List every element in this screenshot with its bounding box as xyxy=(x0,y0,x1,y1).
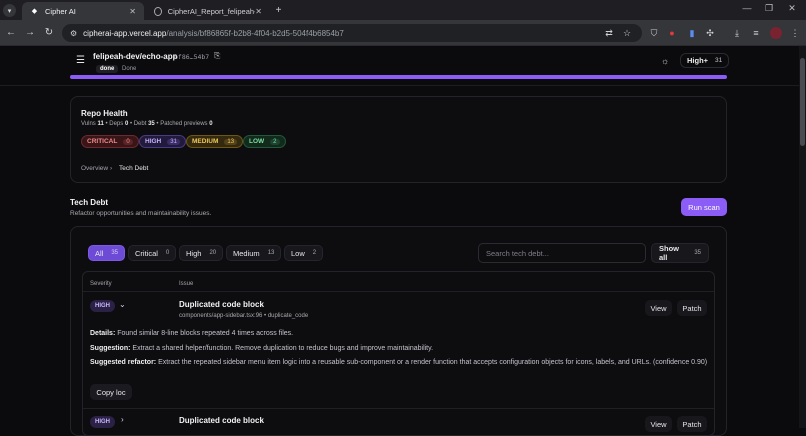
close-tab-icon[interactable]: ✕ xyxy=(129,7,136,16)
severity-threshold-count: 31 xyxy=(715,57,723,64)
tab-title: Cipher AI xyxy=(45,6,76,16)
tab-title: CipherAI_Report_felipeah-dev... xyxy=(167,6,256,16)
translate-icon[interactable]: ⇄ xyxy=(603,28,615,39)
view-button[interactable]: View xyxy=(645,300,672,316)
breadcrumb-overview[interactable]: Overview xyxy=(81,165,108,172)
repo-health-meta: Vulns 11 • Deps 0 • Debt 35 • Patched pr… xyxy=(81,121,213,127)
new-tab-button[interactable]: + xyxy=(272,4,285,17)
issue-title: Duplicated code block xyxy=(179,300,264,309)
severity-threshold-pill[interactable]: High+ 31 xyxy=(680,53,730,68)
close-tab-icon[interactable]: ✕ xyxy=(255,7,262,16)
issue-location: components/app-sidebar.tsx:96 • duplicat… xyxy=(179,313,309,319)
page-scrollbar[interactable] xyxy=(799,46,806,428)
filter-high[interactable]: High 20 xyxy=(179,245,224,261)
section-subtitle: Refactor opportunities and maintainabili… xyxy=(70,210,212,217)
severity-chip-medium[interactable]: MEDIUM 13 xyxy=(186,135,244,148)
severity-threshold-label: High+ xyxy=(687,56,709,65)
theme-toggle-sun-icon[interactable]: ☼ xyxy=(661,56,669,66)
filter-critical[interactable]: Critical 0 xyxy=(128,245,177,261)
copy-location-button[interactable]: Copy loc xyxy=(90,384,132,400)
table-divider xyxy=(83,408,714,409)
app-header: ☰ felipeah-dev/echo-app bf86…54b7 ⎘ done… xyxy=(0,46,806,86)
reload-icon[interactable]: ↻ xyxy=(42,27,56,38)
severity-chip-low[interactable]: LOW 2 xyxy=(243,135,286,148)
view-button[interactable]: View xyxy=(645,416,672,432)
media-icon[interactable]: ≡ xyxy=(750,28,762,38)
column-header-issue: Issue xyxy=(179,281,194,287)
repo-name: felipeah-dev/echo-app xyxy=(93,52,178,61)
tab-cipher-ai[interactable]: ◆ Cipher AI ✕ xyxy=(22,2,144,20)
chevron-down-icon[interactable]: ⌄ xyxy=(119,300,126,309)
issue-title: Duplicated code block xyxy=(179,416,264,425)
patch-button[interactable]: Patch xyxy=(677,416,707,432)
tab-search-icon[interactable]: ▾ xyxy=(3,4,16,17)
issue-details: Details: Found similar 8-line blocks rep… xyxy=(90,330,294,337)
table-divider xyxy=(83,291,714,292)
chevron-right-icon[interactable]: › xyxy=(121,415,124,424)
tab-report[interactable]: CipherAI_Report_felipeah-dev... ✕ xyxy=(146,2,270,20)
severity-chip-high[interactable]: HIGH 31 xyxy=(139,135,186,148)
status-text: Done xyxy=(122,66,137,72)
filter-low[interactable]: Low 2 xyxy=(284,245,324,261)
shield-extension-icon[interactable]: ⛉ xyxy=(648,28,660,39)
run-scan-button[interactable]: Run scan xyxy=(681,198,727,216)
breadcrumb-separator-icon: › xyxy=(110,165,113,172)
show-all-button[interactable]: Show all 35 xyxy=(651,243,709,263)
severity-chip-critical[interactable]: CRITICAL 0 xyxy=(81,135,139,148)
bookmark-star-icon[interactable]: ☆ xyxy=(621,28,633,39)
close-window-icon[interactable]: ✕ xyxy=(782,3,802,14)
column-header-severity: Severity xyxy=(90,281,112,287)
search-tech-debt-input[interactable]: Search tech debt... xyxy=(478,243,646,263)
record-extension-icon[interactable]: ● xyxy=(666,28,678,38)
browser-menu-icon[interactable]: ⋮ xyxy=(789,28,801,39)
extensions-puzzle-icon[interactable]: ✣ xyxy=(704,28,716,39)
scan-progress-fill xyxy=(70,75,727,79)
section-title: Tech Debt xyxy=(70,198,109,207)
issue-suggested-refactor: Suggested refactor: Extract the repeated… xyxy=(90,359,708,366)
docs-extension-icon[interactable]: ▮ xyxy=(686,28,698,39)
scan-progress-bar xyxy=(70,75,727,79)
download-icon[interactable]: ⤓ xyxy=(731,28,743,39)
filter-medium[interactable]: Medium 13 xyxy=(226,245,282,261)
globe-icon xyxy=(154,6,162,16)
severity-badge: HIGH xyxy=(90,300,115,312)
browser-toolbar: ← → ↻ ⚙ cipherai-app.vercel.app/analysis… xyxy=(0,20,806,46)
commit-sha: bf86…54b7 xyxy=(174,53,210,61)
severity-badge: HIGH xyxy=(90,416,115,428)
status-badge: done xyxy=(96,65,119,73)
issue-suggestion: Suggestion: Extract a shared helper/func… xyxy=(90,345,434,352)
site-info-icon[interactable]: ⚙ xyxy=(70,29,77,38)
filter-all[interactable]: All 35 xyxy=(88,245,126,261)
repo-health-title: Repo Health xyxy=(81,109,128,118)
scrollbar-thumb[interactable] xyxy=(800,58,805,146)
breadcrumb-current: Tech Debt xyxy=(119,165,149,172)
address-bar[interactable]: ⚙ cipherai-app.vercel.app/analysis/bf868… xyxy=(62,24,642,42)
back-icon[interactable]: ← xyxy=(4,27,18,38)
forward-icon[interactable]: → xyxy=(23,27,37,38)
menu-hamburger-icon[interactable]: ☰ xyxy=(76,55,85,66)
url-path: /analysis/bf86865f-b2b8-4f04-b2d5-504f4b… xyxy=(166,28,344,38)
restore-icon[interactable]: ❐ xyxy=(759,3,779,14)
profile-avatar[interactable] xyxy=(770,27,782,39)
url-host: cipherai-app.vercel.app xyxy=(83,28,167,38)
browser-tab-strip: ▾ ◆ Cipher AI ✕ CipherAI_Report_felipeah… xyxy=(0,0,806,20)
patch-button[interactable]: Patch xyxy=(677,300,707,316)
cipher-logo-icon: ◆ xyxy=(31,8,38,15)
copy-sha-icon[interactable]: ⎘ xyxy=(214,51,220,61)
minimize-icon[interactable]: — xyxy=(737,3,757,13)
